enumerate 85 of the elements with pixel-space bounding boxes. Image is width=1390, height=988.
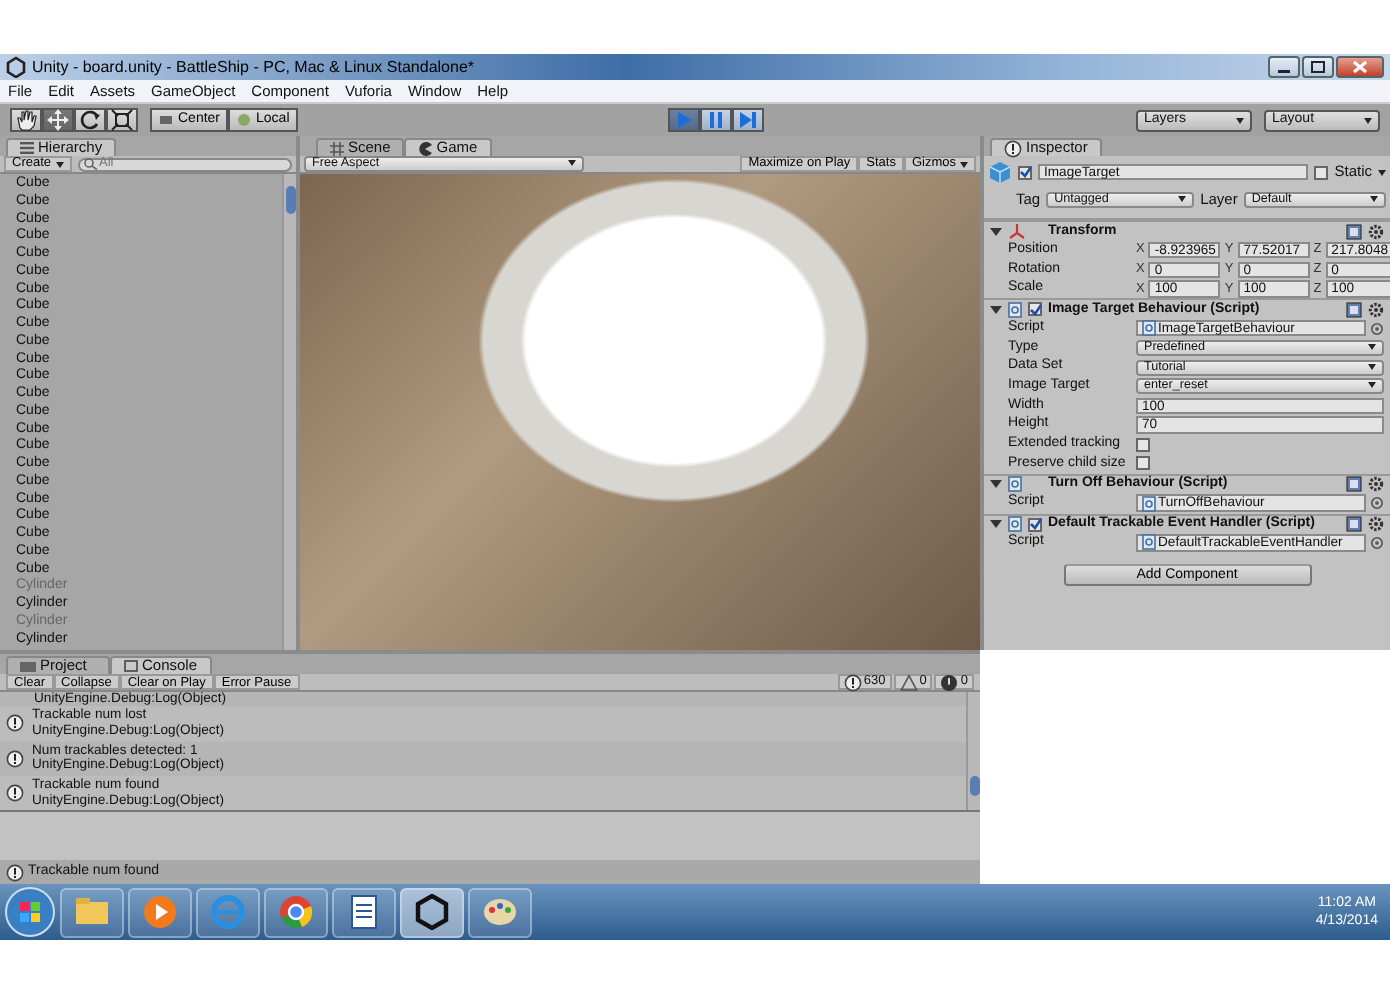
help-book-icon[interactable] <box>1346 476 1362 493</box>
gear-icon[interactable] <box>1368 476 1384 493</box>
target-icon[interactable] <box>1370 321 1384 336</box>
window-title: Unity - board.unity - BattleShip - PC, Mac & Linux Standalone* <box>32 55 474 79</box>
caret-icon <box>1378 167 1386 177</box>
caret-icon <box>960 159 968 169</box>
info-icon <box>6 749 24 768</box>
gear-icon[interactable] <box>1368 223 1384 240</box>
caret-icon <box>1370 193 1378 204</box>
folder-icon <box>20 660 36 672</box>
local-icon <box>236 112 253 128</box>
start-button[interactable] <box>4 886 56 938</box>
caret-icon <box>1236 115 1244 125</box>
play-control-button[interactable] <box>700 108 733 132</box>
minimize-button[interactable] <box>1268 56 1300 78</box>
caret-icon <box>1364 115 1372 125</box>
script-icon <box>1142 495 1156 512</box>
static-checkbox[interactable] <box>1314 165 1329 179</box>
checkbox[interactable] <box>1136 456 1150 471</box>
round-logo-icon <box>278 894 314 930</box>
tool-button[interactable] <box>106 108 138 132</box>
script-icon <box>1142 534 1156 551</box>
document-icon <box>346 894 382 930</box>
gear-icon[interactable] <box>1368 301 1384 318</box>
enabled-checkbox[interactable] <box>1028 302 1042 317</box>
info-icon <box>6 784 24 803</box>
play-icon <box>674 110 695 130</box>
enabled-checkbox[interactable] <box>1028 517 1042 531</box>
scale-icon <box>110 108 134 132</box>
info-icon <box>6 863 24 881</box>
center-icon <box>158 112 174 128</box>
script-icon <box>1008 476 1022 493</box>
search-icon <box>83 158 98 170</box>
close-button[interactable] <box>1336 56 1384 78</box>
caret-icon <box>1178 193 1187 204</box>
play-control-button[interactable] <box>732 108 765 132</box>
caret-icon <box>568 158 576 168</box>
help-book-icon[interactable] <box>1346 301 1362 318</box>
pacman-icon <box>418 141 433 155</box>
grid-icon <box>330 141 344 155</box>
scrollbar[interactable] <box>282 174 296 650</box>
foldout-icon[interactable] <box>990 518 1002 530</box>
script-icon <box>1008 301 1022 318</box>
foldout-icon[interactable] <box>990 303 1002 316</box>
step-icon <box>738 110 759 130</box>
rotate-arrows-icon <box>78 108 102 132</box>
folder-icon <box>74 894 110 930</box>
cube-icon <box>988 160 1012 184</box>
axes-icon <box>1008 222 1026 241</box>
warning-icon <box>899 673 918 691</box>
checkbox[interactable] <box>1136 437 1150 452</box>
error-icon <box>940 673 959 691</box>
script-icon <box>1142 320 1156 337</box>
gear-icon[interactable] <box>1368 516 1384 532</box>
console-icon <box>124 660 138 672</box>
close-icon <box>1352 60 1368 74</box>
taskbar-app-button[interactable] <box>400 887 464 937</box>
tool-button[interactable] <box>10 108 42 132</box>
palette-icon <box>482 894 518 930</box>
tool-button[interactable] <box>74 108 106 132</box>
active-checkbox[interactable] <box>1018 165 1032 179</box>
scrollbar[interactable] <box>966 692 980 810</box>
help-book-icon[interactable] <box>1346 516 1362 532</box>
target-icon[interactable] <box>1370 496 1384 511</box>
list-icon <box>20 142 34 154</box>
play-icon <box>142 894 178 930</box>
info-icon <box>1004 139 1022 157</box>
maximize-icon <box>1310 60 1326 74</box>
unity-logo-icon <box>6 56 26 78</box>
script-icon <box>1008 516 1022 532</box>
taskbar-app-button[interactable] <box>332 887 396 937</box>
move-arrows-icon <box>46 108 70 132</box>
e-logo-icon <box>210 894 246 930</box>
help-book-icon[interactable] <box>1346 223 1362 240</box>
target-icon[interactable] <box>1370 535 1384 550</box>
foldout-icon[interactable] <box>990 225 1002 238</box>
tool-button[interactable] <box>42 108 74 132</box>
hand-icon <box>14 108 38 132</box>
foldout-icon[interactable] <box>990 478 1002 491</box>
maximize-button[interactable] <box>1302 56 1334 78</box>
caret-icon <box>55 159 64 169</box>
unity-logo-icon <box>414 894 450 930</box>
info-icon <box>6 714 24 733</box>
pause-icon <box>706 110 727 130</box>
info-icon <box>843 673 862 691</box>
